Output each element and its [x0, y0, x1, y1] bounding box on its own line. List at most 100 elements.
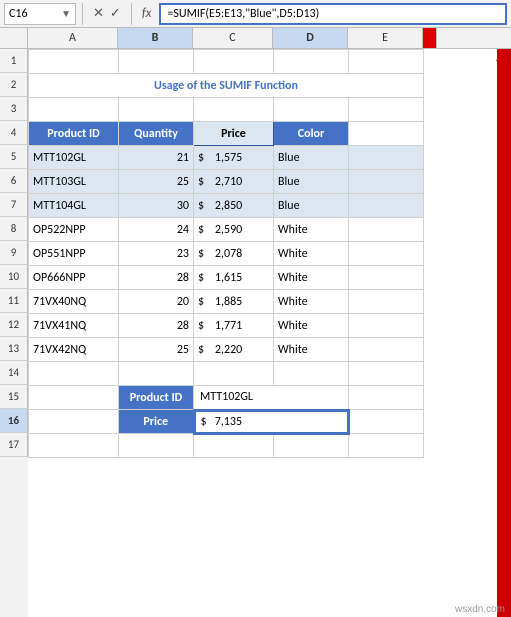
summary-value-price[interactable]: $ 7,135 — [194, 410, 349, 434]
cell-color-9[interactable]: White — [274, 242, 349, 266]
row-num-1[interactable]: 1 — [0, 49, 28, 73]
cell-f8[interactable] — [349, 218, 424, 242]
cell-color-5[interactable]: Blue — [274, 146, 349, 170]
cell-f11[interactable] — [349, 290, 424, 314]
cell-color-6[interactable]: Blue — [274, 170, 349, 194]
cell-f3[interactable] — [349, 98, 424, 122]
cell-product-11[interactable]: 71VX40NQ — [29, 290, 119, 314]
row-num-13[interactable]: 13 — [0, 337, 28, 361]
row-num-11[interactable]: 11 — [0, 289, 28, 313]
cell-qty-6[interactable]: 25 — [119, 170, 194, 194]
summary-value-product-id[interactable]: MTT102GL — [194, 386, 349, 410]
cell-product-10[interactable]: OP666NPP — [29, 266, 119, 290]
col-header-b[interactable]: B — [118, 28, 193, 48]
cell-reference-box[interactable]: C16 ▼ — [4, 3, 76, 25]
row-num-2[interactable]: 2 — [0, 73, 28, 97]
formula-input[interactable]: =SUMIF(E5:E13,"Blue",D5:D13) — [159, 3, 507, 25]
cell-product-5[interactable]: MTT102GL — [29, 146, 119, 170]
cell-price-12[interactable]: $ 1,771 — [194, 314, 274, 338]
col-header-c[interactable]: C — [193, 28, 273, 48]
row-num-17[interactable]: 17 — [0, 433, 28, 457]
cell-color-13[interactable]: White — [274, 338, 349, 362]
col-header-d[interactable]: D — [273, 28, 348, 48]
cell-ref-dropdown-icon[interactable]: ▼ — [61, 7, 71, 20]
cell-qty-8[interactable]: 24 — [119, 218, 194, 242]
header-color[interactable]: Color — [274, 122, 349, 146]
header-price[interactable]: Price — [194, 122, 274, 146]
cell-price-9[interactable]: $ 2,078 — [194, 242, 274, 266]
cell-c14[interactable] — [119, 362, 194, 386]
cell-f13[interactable] — [349, 338, 424, 362]
cell-b16[interactable] — [29, 410, 119, 434]
row-num-4[interactable]: 4 — [0, 121, 28, 145]
cell-price-8[interactable]: $ 2,590 — [194, 218, 274, 242]
cancel-formula-icon[interactable]: ✕ — [93, 6, 104, 21]
cell-d14[interactable] — [194, 362, 274, 386]
col-header-a[interactable]: A — [28, 28, 118, 48]
cell-e3[interactable] — [274, 98, 349, 122]
row-num-10[interactable]: 10 — [0, 265, 28, 289]
cell-dollar-6[interactable]: $ 2,710 — [194, 170, 274, 194]
cell-product-9[interactable]: OP551NPP — [29, 242, 119, 266]
cell-e14[interactable] — [274, 362, 349, 386]
cell-color-7[interactable]: Blue — [274, 194, 349, 218]
header-quantity[interactable]: Quantity — [119, 122, 194, 146]
cell-c1[interactable] — [119, 50, 194, 74]
row-num-8[interactable]: 8 — [0, 217, 28, 241]
cell-f1[interactable] — [349, 50, 424, 74]
summary-label-product-id[interactable]: Product ID — [119, 386, 194, 410]
cell-b17[interactable] — [29, 434, 119, 458]
row-num-14[interactable]: 14 — [0, 361, 28, 385]
header-product-id[interactable]: Product ID — [29, 122, 119, 146]
cell-d17[interactable] — [194, 434, 274, 458]
cell-d3[interactable] — [194, 98, 274, 122]
row-num-6[interactable]: 6 — [0, 169, 28, 193]
row-num-7[interactable]: 7 — [0, 193, 28, 217]
cell-qty-11[interactable]: 20 — [119, 290, 194, 314]
cell-f6[interactable] — [349, 170, 424, 194]
col-header-e[interactable]: E — [348, 28, 423, 48]
cell-f12[interactable] — [349, 314, 424, 338]
cell-dollar-5[interactable]: $ 1,575 — [194, 146, 274, 170]
cell-b1[interactable] — [29, 50, 119, 74]
cell-f9[interactable] — [349, 242, 424, 266]
cell-f15[interactable] — [349, 386, 424, 410]
cell-e17[interactable] — [274, 434, 349, 458]
cell-f7[interactable] — [349, 194, 424, 218]
cell-color-8[interactable]: White — [274, 218, 349, 242]
cell-price-13[interactable]: $ 2,220 — [194, 338, 274, 362]
row-num-15[interactable]: 15 — [0, 385, 28, 409]
cell-dollar-7[interactable]: $ 2,850 — [194, 194, 274, 218]
cell-f5[interactable] — [349, 146, 424, 170]
cell-price-11[interactable]: $ 1,885 — [194, 290, 274, 314]
cell-color-11[interactable]: White — [274, 290, 349, 314]
cell-f4[interactable] — [349, 122, 424, 146]
cell-b15[interactable] — [29, 386, 119, 410]
cell-qty-12[interactable]: 28 — [119, 314, 194, 338]
row-num-9[interactable]: 9 — [0, 241, 28, 265]
cell-d1[interactable] — [194, 50, 274, 74]
cell-b14[interactable] — [29, 362, 119, 386]
cell-price-10[interactable]: $ 1,615 — [194, 266, 274, 290]
cell-f17[interactable] — [349, 434, 424, 458]
cell-qty-13[interactable]: 25 — [119, 338, 194, 362]
row-num-16[interactable]: 16 — [0, 409, 28, 433]
summary-label-price[interactable]: Price — [119, 410, 194, 434]
cell-product-8[interactable]: OP522NPP — [29, 218, 119, 242]
row-num-12[interactable]: 12 — [0, 313, 28, 337]
row-num-3[interactable]: 3 — [0, 97, 28, 121]
cell-qty-9[interactable]: 23 — [119, 242, 194, 266]
row-num-5[interactable]: 5 — [0, 145, 28, 169]
cell-product-7[interactable]: MTT104GL — [29, 194, 119, 218]
cell-f14[interactable] — [349, 362, 424, 386]
title-cell[interactable]: Usage of the SUMIF Function — [29, 74, 424, 98]
cell-color-10[interactable]: White — [274, 266, 349, 290]
cell-product-13[interactable]: 71VX42NQ — [29, 338, 119, 362]
cell-qty-10[interactable]: 28 — [119, 266, 194, 290]
cell-qty-5[interactable]: 21 — [119, 146, 194, 170]
cell-qty-7[interactable]: 30 — [119, 194, 194, 218]
cell-f16[interactable] — [349, 410, 424, 434]
confirm-formula-icon[interactable]: ✓ — [110, 6, 121, 21]
cell-product-12[interactable]: 71VX41NQ — [29, 314, 119, 338]
cell-f10[interactable] — [349, 266, 424, 290]
